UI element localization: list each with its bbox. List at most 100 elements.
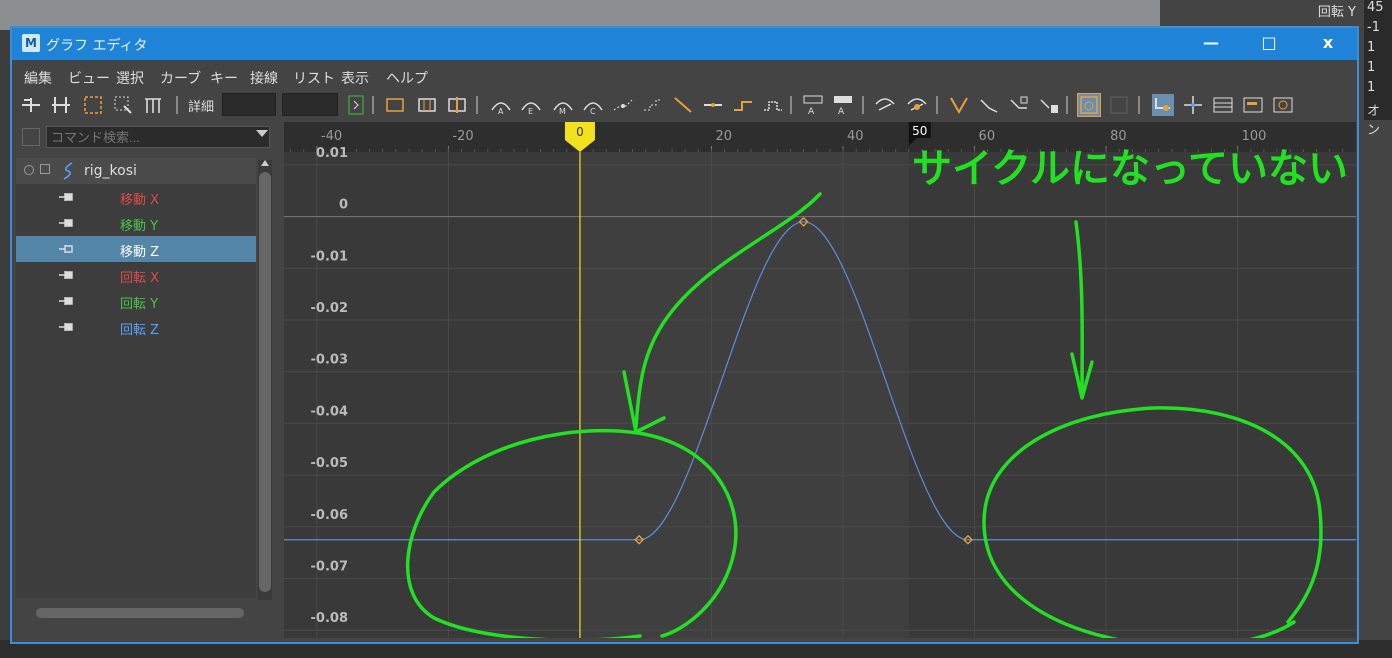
channel-pin-icon[interactable] [58,322,74,332]
swap-buffer-icon[interactable] [1108,94,1130,116]
channel-row[interactable]: 回転 Y [16,288,256,314]
lattice-deform-icon[interactable] [82,94,104,116]
outliner-vertical-scrollbar[interactable] [258,160,272,600]
time-editor-icon[interactable] [1272,94,1294,116]
move-nearest-picked-key-icon[interactable] [20,94,42,116]
attribute-value[interactable]: 45 [1364,0,1392,20]
flat-key-icon[interactable] [702,94,724,116]
channel-pin-icon[interactable] [58,218,74,228]
close-button[interactable]: x [1299,28,1357,60]
annotation-text: サイクルになっていない [912,146,1348,192]
scroll-thumb[interactable] [259,172,271,592]
nurbs-curve-icon [63,162,73,180]
channel-label: 回転 X [120,271,160,286]
title-bar[interactable]: M グラフ エディタ — □ x [12,28,1357,60]
attribute-value[interactable]: -1 [1364,20,1392,40]
attribute-value[interactable]: 1 [1364,40,1392,60]
svg-text:A: A [838,107,845,116]
attribute-value[interactable]: オン [1364,100,1392,138]
maya-app-icon: M [22,34,40,52]
trax-editor-icon[interactable] [1242,94,1264,116]
menu-item[interactable]: カーブ [160,68,201,88]
unify-tangents-icon[interactable]: A [832,94,854,117]
channel-row[interactable]: 移動 Y [16,210,256,236]
scroll-up-icon[interactable] [261,160,269,166]
menu-item[interactable]: キー [210,68,238,88]
y-tick-label: -0.01 [311,249,348,264]
menu-item[interactable]: ヘルプ [386,68,428,88]
dope-sheet-icon[interactable] [1212,94,1234,116]
oscillate-icon[interactable] [1038,94,1060,116]
stepped-key-icon[interactable] [732,94,754,116]
chevron-down-icon[interactable] [256,130,268,137]
maximize-button[interactable]: □ [1240,28,1298,60]
linear-key-icon[interactable] [672,94,694,116]
toolbar-separator [936,96,938,114]
collapse-icon[interactable] [24,165,34,175]
menu-item[interactable]: 編集 [24,68,52,88]
stats-time-field[interactable] [222,93,276,116]
toolbar-separator [372,96,374,114]
region-select-icon[interactable] [112,94,134,116]
channel-pin-icon[interactable] [58,296,74,306]
clamped-tangent-icon[interactable]: M [552,94,574,116]
channel-pin-icon[interactable] [58,192,74,202]
channel-pin-icon[interactable] [58,270,74,280]
attribute-value[interactable]: 1 [1364,60,1392,80]
lock-tangent-weight-icon[interactable] [906,94,928,116]
command-search-input[interactable] [46,126,270,148]
menu-item[interactable]: 選択 [116,68,144,88]
y-tick-label: 0 [339,198,348,213]
window-title: グラフ エディタ [46,38,148,54]
channel-pin-icon[interactable] [58,244,74,254]
step-tangent-icon[interactable] [642,94,664,116]
graph-editor-window: M グラフ エディタ — □ x 編集 ビュー 選択 カーブ キー 接線 リスト 表示 ヘルプ … [10,26,1359,644]
menu-item[interactable]: ビュー [68,68,110,88]
x-tick-label: 60 [979,129,996,144]
toolbar-separator [862,96,864,114]
show-buffer-curves-icon[interactable] [1077,93,1101,117]
curve-graph[interactable]: -40 -20 20 40 60 80 100 0.01 0 -0.01 -0.02 -0.03 -0.… [284,122,1356,638]
minimize-button[interactable]: — [1182,28,1240,60]
expand-icon[interactable] [40,164,50,174]
cycle-with-offset-icon[interactable] [1008,94,1030,116]
frame-all-icon[interactable] [384,94,406,116]
background-attribute-row: 回転 Y 45 [1280,0,1392,20]
outliner-filter-icon[interactable] [22,128,40,146]
menu-item[interactable]: 接線 [250,68,278,88]
toolbar: 詳細 A E M C A A [12,90,1357,120]
outliner-horizontal-scrollbar[interactable] [20,606,258,620]
x-tick-label: -20 [452,129,473,144]
move-manipulator-icon[interactable] [1182,94,1204,116]
free-tangent-weight-icon[interactable] [874,94,896,116]
break-tangents-icon[interactable]: A [802,94,824,117]
stats-value-field[interactable] [282,93,338,116]
post-infinity-cycle-icon[interactable] [978,94,1000,116]
auto-tangent-icon[interactable]: A [490,94,512,116]
flat-tangent-icon[interactable] [612,94,634,116]
frame-playback-range-icon[interactable] [416,94,438,116]
center-current-time-icon[interactable] [446,94,468,116]
scroll-thumb[interactable] [36,608,244,618]
menu-item[interactable]: 表示 [341,68,369,88]
y-tick-label: -0.03 [311,353,348,368]
spline-tangent-icon[interactable]: E [520,94,542,116]
channel-row[interactable]: 移動 Z [16,236,256,262]
graph-view[interactable]: -40 -20 20 40 60 80 100 0.01 0 -0.01 -0.02 -0.03 -0.… [284,122,1356,638]
snap-keys-icon[interactable] [1152,94,1174,116]
channel-label: 回転 Z [120,323,160,338]
channel-row[interactable]: 回転 X [16,262,256,288]
retime-tool-icon[interactable] [142,94,164,116]
x-tick-label: 20 [715,129,732,144]
plateau-key-icon[interactable] [762,94,784,116]
linear-tangent-icon[interactable]: C [582,94,604,116]
attribute-value[interactable]: 1 [1364,80,1392,100]
channel-row[interactable]: 回転 Z [16,314,256,340]
pre-infinity-cycle-icon[interactable] [948,94,970,116]
step-key-icon[interactable] [346,94,368,116]
menu-bar: 編集 ビュー 選択 カーブ キー 接線 リスト 表示 ヘルプ [12,66,1357,88]
insert-keys-icon[interactable] [50,94,72,116]
channel-row[interactable]: 移動 X [16,184,256,210]
menu-item[interactable]: リスト [293,68,335,88]
outliner-root-row[interactable]: rig_kosi [16,158,256,184]
